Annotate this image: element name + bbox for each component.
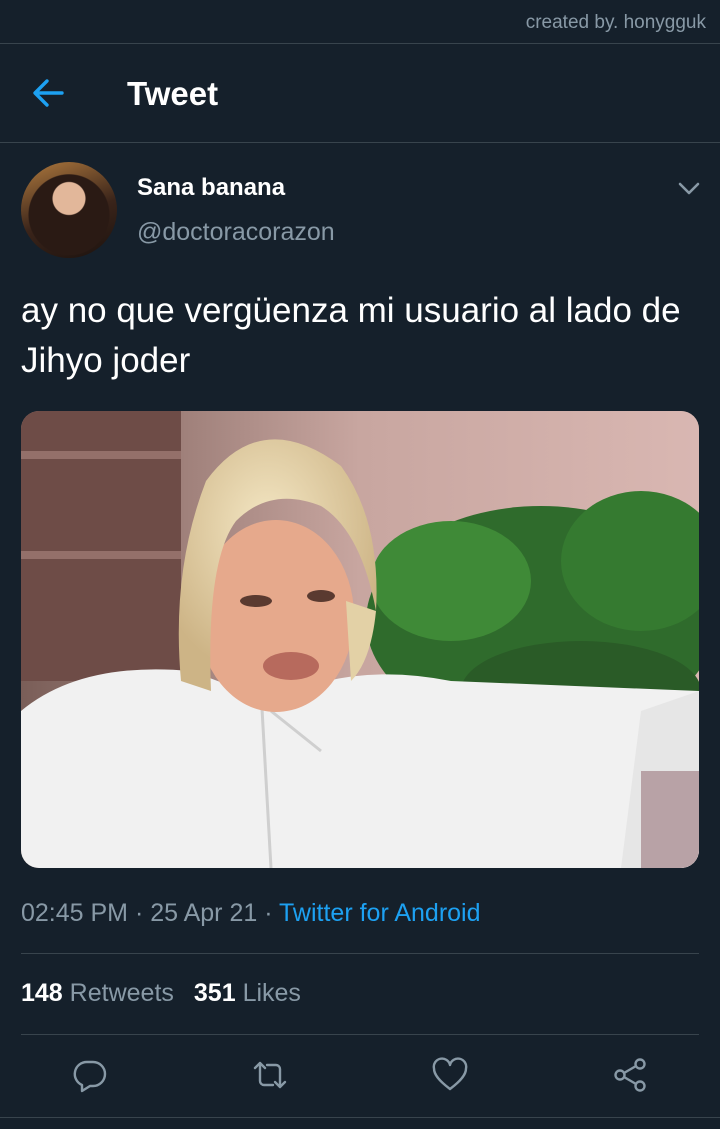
tweet-time: 02:45 PM <box>21 899 129 927</box>
tweet-source-link[interactable]: Twitter for Android <box>279 899 480 927</box>
likes-stat[interactable]: 351 Likes <box>194 979 301 1007</box>
author-display-name[interactable]: Sana banana <box>137 174 285 202</box>
watermark-credit: created by. honygguk <box>525 12 706 33</box>
meme-photo <box>21 411 699 868</box>
tweet-meta: 02:45 PM · 25 Apr 21 · Twitter for Andro… <box>21 899 481 928</box>
page-title: Tweet <box>127 75 219 112</box>
divider <box>21 953 699 954</box>
author-handle[interactable]: @doctoracorazon <box>137 218 335 247</box>
chevron-down-icon[interactable] <box>676 178 702 198</box>
tweet-date: 25 Apr 21 <box>150 899 258 927</box>
divider <box>21 1034 699 1035</box>
retweet-icon[interactable] <box>252 1057 288 1093</box>
retweets-stat[interactable]: 148 Retweets <box>21 979 174 1007</box>
retweets-label: Retweets <box>69 979 174 1007</box>
retweets-count: 148 <box>21 979 63 1007</box>
arrow-left-icon[interactable] <box>30 76 66 110</box>
tweet-stats: 148 Retweets 351 Likes <box>21 979 301 1008</box>
separator: · <box>257 899 280 927</box>
share-icon[interactable] <box>612 1057 648 1093</box>
likes-count: 351 <box>193 979 236 1007</box>
top-bar: Tweet <box>0 44 720 142</box>
avatar[interactable] <box>21 162 117 258</box>
tweet-text: ay no que vergüenza mi usuario al lado d… <box>21 291 681 380</box>
reply-icon[interactable] <box>72 1057 108 1093</box>
separator: · <box>128 899 151 927</box>
tweet-media-photo[interactable] <box>21 411 699 868</box>
like-icon[interactable] <box>432 1057 468 1093</box>
likes-label: Likes <box>242 979 301 1007</box>
divider <box>0 1117 720 1118</box>
divider <box>0 142 720 143</box>
